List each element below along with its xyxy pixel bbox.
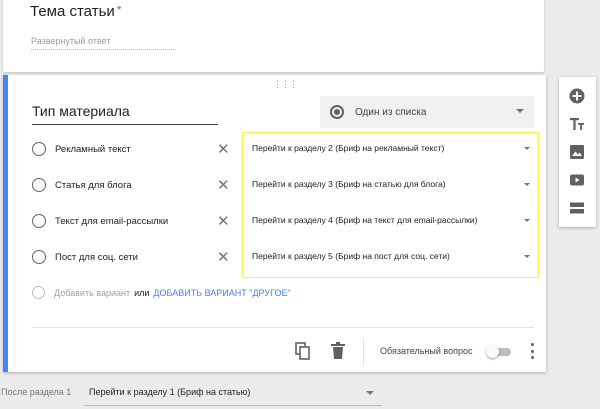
question-title-text: Тема статьи [30,3,115,20]
add-video-icon[interactable] [568,171,586,189]
card-footer-divider [32,327,534,328]
dropdown-arrow-icon [524,183,530,186]
option-label[interactable]: Статья для блога [55,180,132,191]
after-section-row: После раздела 1 Перейти к разделу 1 (Бри… [0,382,600,406]
radio-unchecked-icon [32,250,46,264]
goto-section-label: Перейти к разделу 4 (Бриф на текст для e… [252,215,478,225]
dropdown-arrow-icon [524,255,530,258]
option-row: Рекламный текст ✕ [8,139,238,159]
option-row: Пост для соц. сети ✕ [8,247,238,267]
question-title: Тема статьи * [30,3,121,20]
remove-option-icon[interactable]: ✕ [217,250,230,265]
remove-option-icon[interactable]: ✕ [217,178,230,193]
question-type-select[interactable]: Один из списка [320,96,534,128]
add-image-icon[interactable] [568,143,586,161]
drag-handle-icon[interactable]: ⋮⋮⋮ [273,79,298,90]
after-section-underline [84,405,382,406]
goto-section-label: Перейти к разделу 5 (Бриф на пост для со… [252,251,450,261]
toggle-knob [486,345,499,358]
option-label[interactable]: Текст для email-рассылки [55,216,168,227]
radio-unchecked-icon [32,286,45,299]
remove-option-icon[interactable]: ✕ [217,142,230,157]
dropdown-arrow-icon[interactable] [366,391,374,395]
add-title-icon[interactable] [568,115,586,133]
footer-divider [363,339,364,365]
option-label[interactable]: Рекламный текст [55,144,131,155]
goto-section-select[interactable]: Перейти к разделу 3 (Бриф на статью для … [252,175,530,195]
add-section-icon[interactable] [568,199,586,217]
required-mark: * [116,3,122,17]
option-label[interactable]: Пост для соц. сети [55,252,138,263]
dropdown-arrow-icon [524,219,530,222]
goto-section-select[interactable]: Перейти к разделу 2 (Бриф на рекламный т… [252,139,530,159]
add-other-option-link[interactable]: ДОБАВИТЬ ВАРИАНТ "ДРУГОЕ" [153,288,290,298]
goto-section-label: Перейти к разделу 3 (Бриф на статью для … [252,179,446,189]
trash-icon[interactable] [330,342,346,360]
radio-checked-icon [330,105,344,119]
add-option-link[interactable]: Добавить вариант [54,288,130,298]
goto-section-select[interactable]: Перейти к разделу 5 (Бриф на пост для со… [252,247,530,267]
question-card-material-type[interactable]: ⋮⋮⋮ Тип материала Один из списка Рекламн… [3,75,546,372]
question-type-label: Один из списка [355,106,427,118]
after-section-select[interactable]: Перейти к разделу 1 (Бриф на статью) [89,387,250,397]
question-card-topic[interactable]: Тема статьи * Развернутый ответ [3,0,544,72]
goto-section-select[interactable]: Перейти к разделу 4 (Бриф на текст для e… [252,211,530,231]
required-toggle[interactable] [486,345,512,358]
add-option-row: Добавить вариант или ДОБАВИТЬ ВАРИАНТ "Д… [32,286,291,299]
radio-unchecked-icon [32,178,46,192]
goto-section-label: Перейти к разделу 2 (Бриф на рекламный т… [252,143,445,153]
option-row: Текст для email-рассылки ✕ [8,211,238,231]
dropdown-arrow-icon [524,147,530,150]
long-answer-placeholder: Развернутый ответ [31,36,176,50]
remove-option-icon[interactable]: ✕ [217,214,230,229]
after-section-label: После раздела 1 [1,387,72,397]
add-question-icon[interactable] [568,87,586,105]
add-or-text: или [134,287,150,298]
radio-unchecked-icon [32,214,46,228]
copy-icon[interactable] [295,342,311,360]
side-toolbar [559,77,596,227]
dropdown-arrow-icon [516,109,524,113]
required-toggle-label: Обязательный вопрос [380,346,473,356]
more-vert-icon[interactable] [529,343,535,359]
radio-unchecked-icon [32,142,46,156]
question-title-input[interactable]: Тип материала [32,103,218,125]
option-row: Статья для блога ✕ [8,175,238,195]
